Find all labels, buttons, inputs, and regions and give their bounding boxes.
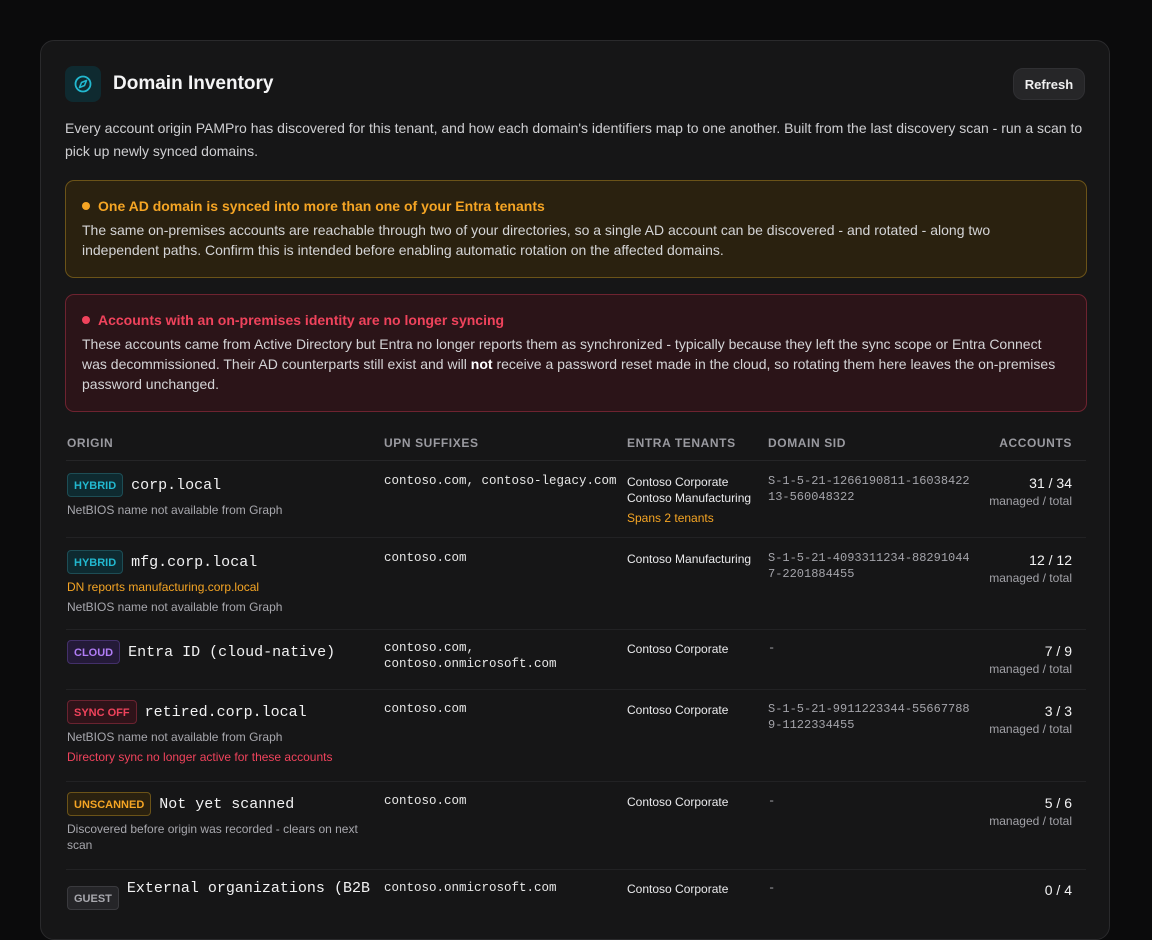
origin-domain: corp.local	[131, 476, 222, 494]
origin-badge: UNSCANNED	[67, 792, 152, 816]
origin-note: Discovered before origin was recorded - …	[67, 819, 358, 853]
domain-sid: -	[768, 881, 776, 895]
column-domain-sid[interactable]: DOMAIN SID	[768, 436, 846, 450]
column-origin[interactable]: ORIGIN	[67, 436, 113, 450]
tenant-name: Contoso Corporate	[627, 703, 729, 717]
column-accounts[interactable]: ACCOUNTS	[999, 436, 1072, 450]
alert-body: These accounts came from Active Director…	[82, 334, 1070, 394]
accounts-label: managed / total	[989, 722, 1072, 736]
domain-sid: 13-560048322	[768, 490, 855, 504]
domain-sid: 9-1122334455	[768, 718, 855, 732]
card-header: Domain Inventory Refresh	[65, 66, 1085, 102]
intro-text: Every account origin PAMPro has discover…	[65, 120, 1083, 159]
error-dot-icon	[82, 316, 90, 324]
spans-tenants-note: Spans 2 tenants	[627, 511, 714, 525]
tenant-name: Contoso Manufacturing	[627, 552, 752, 566]
accounts-label: managed / total	[989, 814, 1072, 828]
alert-title: Accounts with an on-premises identity ar…	[98, 312, 505, 328]
upn-suffixes: contoso.com, contoso-legacy.com	[384, 474, 617, 488]
upn-suffixes: contoso.onmicrosoft.com	[384, 881, 557, 895]
origin-note: NetBIOS name not available from Graph	[67, 600, 283, 614]
tenant-name: Contoso Corporate	[627, 795, 729, 809]
accounts-count: 7 / 9	[1044, 643, 1072, 659]
origin-domain: retired.corp.local	[144, 703, 307, 721]
alert-title: One AD domain is synced into more than o…	[98, 198, 545, 214]
origin-badge: GUEST	[67, 886, 119, 910]
accounts-count: 3 / 3	[1044, 703, 1072, 719]
refresh-button[interactable]: Refresh	[1013, 68, 1085, 100]
upn-suffix: contoso.com,	[384, 641, 475, 655]
accounts-count: 0 / 4	[1044, 882, 1072, 898]
origin-badge: CLOUD	[67, 640, 121, 664]
upn-suffixes: contoso.com	[384, 551, 467, 565]
upn-suffix: contoso.onmicrosoft.com	[384, 657, 557, 671]
tenant-name: Contoso Corporate	[627, 642, 729, 656]
table-row[interactable]: UNSCANNED Not yet scanned Discovered bef…	[66, 782, 1086, 870]
accounts-count: 31 / 34	[1029, 475, 1072, 491]
alert-body-emphasis: not	[470, 356, 493, 372]
tenant-name: Contoso Manufacturing	[627, 491, 752, 505]
table-row[interactable]: CLOUD Entra ID (cloud-native) contoso.co…	[66, 630, 1086, 690]
accounts-count: 12 / 12	[1029, 552, 1072, 568]
warning-dot-icon	[82, 202, 90, 210]
origin-domain: Not yet scanned	[159, 795, 295, 813]
tenant-name: Contoso Corporate	[627, 475, 729, 489]
column-entra-tenants[interactable]: ENTRA TENANTS	[627, 436, 736, 450]
table-header: ORIGIN UPN SUFFIXES ENTRA TENANTS DOMAIN…	[66, 436, 1086, 461]
origin-badge: HYBRID	[67, 550, 124, 574]
domain-inventory-card: Domain Inventory Refresh Every account o…	[40, 40, 1110, 940]
alert-body: The same on-premises accounts are reacha…	[82, 222, 991, 258]
origin-domain: Entra ID (cloud-native)	[128, 643, 336, 661]
accounts-label: managed / total	[989, 494, 1072, 508]
sync-inactive-note: Directory sync no longer active for thes…	[67, 750, 333, 764]
tenant-name: Contoso Corporate	[627, 882, 729, 896]
origin-domain: mfg.corp.local	[131, 553, 258, 571]
origin-domain: External organizations (B2B	[126, 880, 370, 897]
domain-sid: 7-2201884455	[768, 567, 855, 581]
page-title: Domain Inventory	[113, 73, 274, 94]
table-row[interactable]: SYNC OFF retired.corp.local NetBIOS name…	[66, 690, 1086, 782]
domain-sid: S-1-5-21-4093311234-88291044	[768, 551, 970, 565]
accounts-label: managed / total	[989, 571, 1072, 585]
domain-sid: -	[768, 794, 776, 808]
upn-suffixes: contoso.com	[384, 794, 467, 808]
accounts-count: 5 / 6	[1044, 795, 1072, 811]
upn-suffixes: contoso.com	[384, 702, 467, 716]
table-row[interactable]: HYBRID mfg.corp.local DN reports manufac…	[66, 538, 1086, 630]
origin-badge: SYNC OFF	[67, 700, 137, 724]
column-upn-suffixes[interactable]: UPN SUFFIXES	[384, 436, 479, 450]
globe-compass-icon	[65, 66, 101, 102]
table-row[interactable]: HYBRID corp.local NetBIOS name not avail…	[66, 461, 1086, 538]
origin-note-line: Discovered before origin was recorded - …	[67, 822, 358, 836]
origin-badge: HYBRID	[67, 473, 124, 497]
domain-sid: S-1-5-21-1266190811-16038422	[768, 474, 970, 488]
domain-sid: S-1-5-21-9911223344-55667788	[768, 702, 970, 716]
multi-tenant-warning: One AD domain is synced into more than o…	[65, 180, 1087, 278]
dn-mismatch-note: DN reports manufacturing.corp.local	[67, 580, 260, 594]
table-row[interactable]: GUEST External organizations (B2B contos…	[66, 870, 1086, 930]
origin-note: NetBIOS name not available from Graph	[67, 503, 283, 517]
origin-note: NetBIOS name not available from Graph	[67, 730, 283, 744]
accounts-label: managed / total	[989, 662, 1072, 676]
sync-stopped-alert: Accounts with an on-premises identity ar…	[65, 294, 1087, 412]
domain-sid: -	[768, 641, 776, 655]
origin-note-line: scan	[67, 838, 93, 852]
